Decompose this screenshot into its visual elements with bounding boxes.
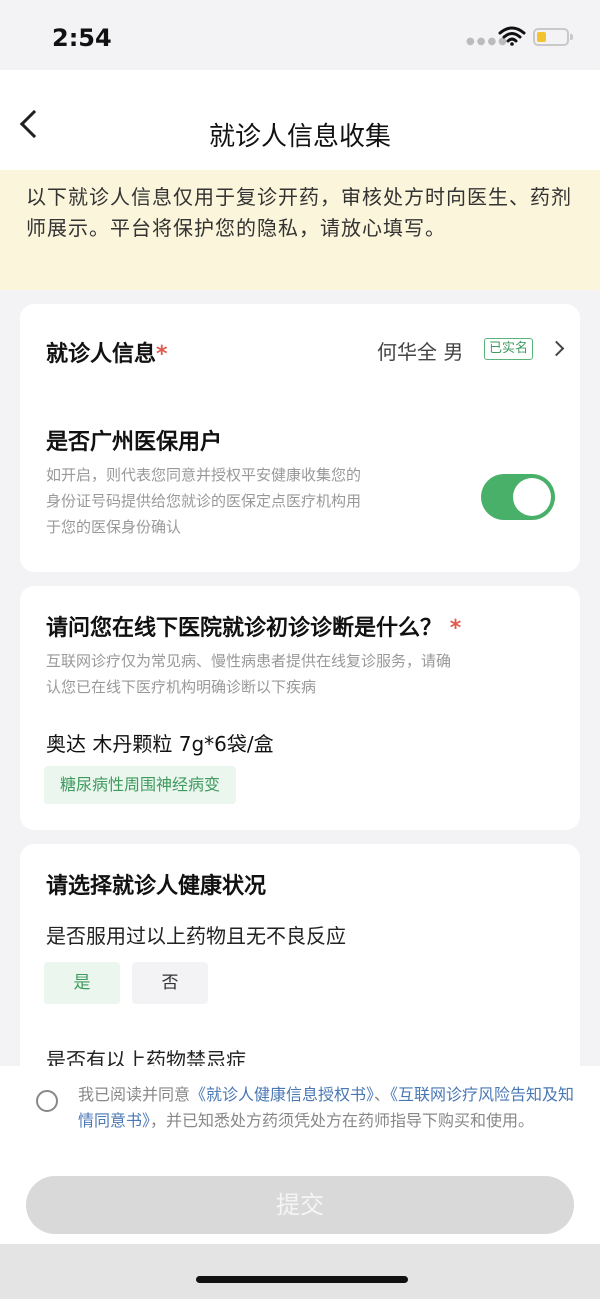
required-mark: *: [156, 342, 168, 367]
diagnosis-description: 互联网诊疗仅为常见病、慢性病患者提供在线复诊服务，请确 认您已在线下医疗机构明确…: [46, 652, 452, 696]
drug-name: 奥达 木丹颗粒 7g*6袋/盒: [46, 732, 274, 756]
toggle-knob: [513, 478, 551, 516]
insurance-label: 是否广州医保用户: [46, 430, 223, 455]
nav-bar: 就诊人信息收集: [0, 70, 600, 170]
required-mark: *: [449, 616, 462, 641]
insurance-toggle[interactable]: [481, 474, 555, 520]
diagnosis-card: 请问您在线下医院就诊初诊诊断是什么？ * 互联网诊疗仅为常见病、慢性病患者提供在…: [20, 586, 580, 830]
status-time: 2:54: [52, 24, 112, 52]
status-bar: 2:54 ●●●●: [0, 0, 600, 70]
wifi-icon: [498, 26, 526, 46]
consent-checkbox[interactable]: [36, 1090, 58, 1112]
question-adverse-reaction: 是否服用过以上药物且无不良反应: [46, 924, 346, 948]
chevron-right-icon: [548, 340, 565, 357]
patient-info-label: 就诊人信息*: [46, 342, 168, 367]
diagnosis-question: 请问您在线下医院就诊初诊诊断是什么？ *: [46, 616, 462, 641]
health-info-authorization-link[interactable]: 《就诊人健康信息授权书》: [190, 1085, 374, 1104]
health-status-card: 请选择就诊人健康状况 是否服用过以上药物且无不良反应 是 否 是否有以上药物禁忌…: [20, 844, 580, 1084]
page-title: 就诊人信息收集: [208, 122, 391, 152]
footer: 我已阅读并同意《就诊人健康信息授权书》、《互联网诊疗风险告知及知情同意书》，并已…: [0, 1066, 600, 1244]
bottom-safe-area: [0, 1244, 600, 1299]
option-yes-button[interactable]: 是: [44, 962, 120, 1004]
option-no-button[interactable]: 否: [132, 962, 208, 1004]
patient-info-card: 就诊人信息* 何华全 男 已实名 是否广州医保用户 如开启，则代表您同意并授权平…: [20, 304, 580, 572]
health-status-title: 请选择就诊人健康状况: [46, 874, 267, 899]
insurance-description: 如开启，则代表您同意并授权平安健康收集您的 身份证号码提供给您就诊的医保定点医疗…: [46, 466, 362, 536]
submit-button[interactable]: 提交: [26, 1176, 574, 1234]
patient-name: 何华全 男: [377, 340, 464, 364]
battery-icon: [533, 28, 573, 46]
verified-badge: 已实名: [484, 338, 534, 360]
privacy-notice: 以下就诊人信息仅用于复诊开药，审核处方时向医生、药剂师展示。平台将保护您的隐私，…: [0, 170, 600, 290]
diagnosis-tag[interactable]: 糖尿病性周围神经病变: [44, 766, 237, 804]
consent-text: 我已阅读并同意《就诊人健康信息授权书》、《互联网诊疗风险告知及知情同意书》，并已…: [78, 1085, 575, 1130]
home-indicator: [196, 1276, 408, 1283]
